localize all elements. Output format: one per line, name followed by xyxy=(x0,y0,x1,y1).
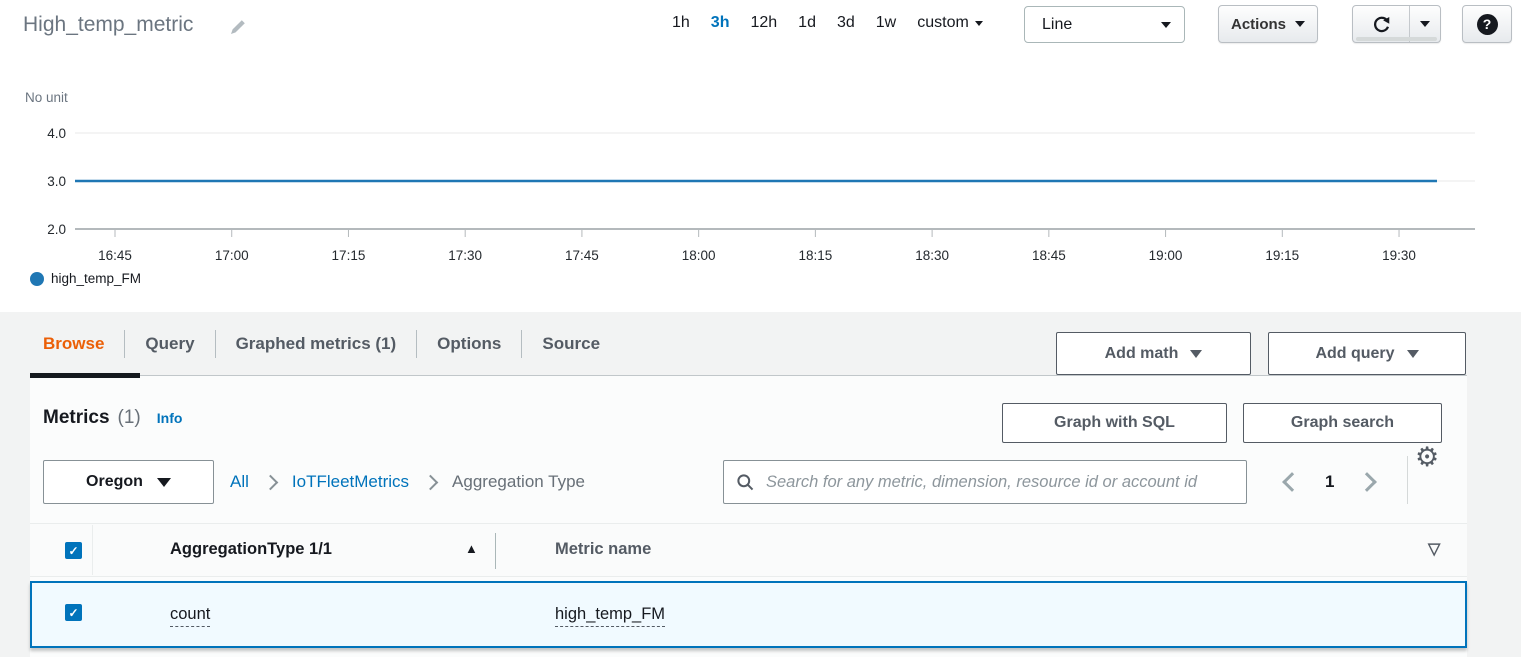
metric-chart[interactable]: 4.0 3.0 2.0 16:45 17:00 17:15 17:30 17:45 18:00 1… xyxy=(0,88,1521,288)
svg-text:19:00: 19:00 xyxy=(1149,248,1183,263)
add-math-button[interactable]: Add math xyxy=(1056,332,1251,375)
svg-text:18:45: 18:45 xyxy=(1032,248,1066,263)
add-query-label: Add query xyxy=(1315,345,1394,363)
svg-text:19:30: 19:30 xyxy=(1382,248,1416,263)
svg-text:19:15: 19:15 xyxy=(1265,248,1299,263)
svg-text:3.0: 3.0 xyxy=(47,174,66,189)
active-tab-indicator xyxy=(30,373,140,378)
time-range-custom-label: custom xyxy=(917,14,969,32)
svg-text:17:15: 17:15 xyxy=(332,248,366,263)
page-title: High_temp_metric xyxy=(23,13,193,37)
chevron-down-icon xyxy=(1407,350,1419,358)
svg-text:4.0: 4.0 xyxy=(47,126,66,141)
graph-with-sql-button[interactable]: Graph with SQL xyxy=(1002,403,1227,443)
time-range-selector: 1h 3h 12h 1d 3d 1w custom xyxy=(672,14,983,32)
metric-search-box xyxy=(723,460,1247,504)
chevron-down-icon xyxy=(1190,350,1202,358)
chevron-down-icon xyxy=(157,478,171,487)
add-query-button[interactable]: Add query xyxy=(1268,332,1466,375)
svg-text:16:45: 16:45 xyxy=(98,248,132,263)
metrics-section-title: Metrics (1) Info xyxy=(43,407,182,429)
svg-text:17:45: 17:45 xyxy=(565,248,599,263)
region-label: Oregon xyxy=(86,473,143,491)
chevron-right-icon xyxy=(423,474,439,490)
svg-text:17:30: 17:30 xyxy=(448,248,482,263)
refresh-icon xyxy=(1371,14,1392,35)
breadcrumb-iotfleetmetrics[interactable]: IoTFleetMetrics xyxy=(292,472,409,492)
divider xyxy=(1407,456,1408,504)
tab-query[interactable]: Query xyxy=(125,334,214,354)
tab-source[interactable]: Source xyxy=(522,334,620,354)
legend-label: high_temp_FM xyxy=(51,271,141,286)
graph-with-sql-label: Graph with SQL xyxy=(1054,414,1175,432)
column-divider xyxy=(495,533,496,569)
time-range-1w[interactable]: 1w xyxy=(876,14,896,32)
add-math-label: Add math xyxy=(1105,345,1179,363)
time-range-1d[interactable]: 1d xyxy=(798,14,816,32)
previous-page-icon[interactable] xyxy=(1282,472,1302,492)
metrics-title-text: Metrics xyxy=(43,407,110,429)
chevron-down-icon xyxy=(1295,21,1305,27)
graph-search-label: Graph search xyxy=(1291,414,1394,432)
help-button[interactable]: ? xyxy=(1462,5,1512,43)
tab-graphed-metrics[interactable]: Graphed metrics (1) xyxy=(216,334,417,354)
chevron-right-icon xyxy=(263,474,279,490)
chevron-down-icon xyxy=(1161,22,1171,28)
time-range-3d[interactable]: 3d xyxy=(837,14,855,32)
column-filter-icon[interactable]: ▽ xyxy=(1428,539,1440,559)
tab-browse[interactable]: Browse xyxy=(43,334,124,354)
breadcrumb-aggregation-type: Aggregation Type xyxy=(452,472,585,492)
table-row[interactable]: ✓ count high_temp_FM xyxy=(30,581,1467,648)
tab-bar: Browse Query Graphed metrics (1) Options… xyxy=(30,312,1467,376)
row-metric-name-link[interactable]: high_temp_FM xyxy=(555,605,665,627)
svg-text:17:00: 17:00 xyxy=(215,248,249,263)
sort-ascending-icon[interactable]: ▲ xyxy=(465,541,478,556)
settings-gear-icon[interactable]: ⚙ xyxy=(1415,444,1439,471)
refresh-split-button xyxy=(1352,5,1441,43)
svg-text:18:30: 18:30 xyxy=(915,248,949,263)
breadcrumb-all[interactable]: All xyxy=(230,472,249,492)
metrics-browser-panel: Browse Query Graphed metrics (1) Options… xyxy=(30,312,1467,657)
time-range-1h[interactable]: 1h xyxy=(672,14,690,32)
region-select[interactable]: Oregon xyxy=(43,460,214,504)
question-mark-icon: ? xyxy=(1477,14,1498,35)
edit-title-pencil-icon[interactable] xyxy=(228,17,248,37)
info-link[interactable]: Info xyxy=(157,410,183,426)
svg-text:18:00: 18:00 xyxy=(682,248,716,263)
chevron-down-icon xyxy=(975,21,983,26)
pagination: 1 xyxy=(1285,460,1374,504)
legend-color-dot xyxy=(30,272,44,286)
breadcrumb: All IoTFleetMetrics Aggregation Type xyxy=(230,460,585,504)
search-icon xyxy=(736,473,755,492)
time-range-3h-selected[interactable]: 3h xyxy=(711,14,730,32)
current-page-number: 1 xyxy=(1325,472,1334,492)
actions-label: Actions xyxy=(1231,16,1286,33)
chart-legend[interactable]: high_temp_FM xyxy=(30,271,141,286)
svg-text:18:15: 18:15 xyxy=(798,248,832,263)
column-header-aggregation-type[interactable]: AggregationType 1/1 xyxy=(170,540,332,559)
row-aggregation-type-link[interactable]: count xyxy=(170,605,210,627)
chevron-down-icon xyxy=(1420,21,1430,27)
metric-search-input[interactable] xyxy=(764,472,1236,493)
select-all-checkbox[interactable]: ✓ xyxy=(65,542,82,559)
next-page-icon[interactable] xyxy=(1358,472,1378,492)
actions-button[interactable]: Actions xyxy=(1218,5,1318,43)
tab-options[interactable]: Options xyxy=(417,334,521,354)
column-header-metric-name[interactable]: Metric name xyxy=(555,540,651,559)
graph-search-button[interactable]: Graph search xyxy=(1243,403,1442,443)
refresh-progress-track xyxy=(1356,37,1437,41)
svg-text:2.0: 2.0 xyxy=(47,222,66,237)
time-range-custom-dropdown[interactable]: custom xyxy=(917,14,983,32)
column-divider xyxy=(92,525,93,575)
chart-type-select[interactable]: Line xyxy=(1024,6,1185,43)
chart-type-value: Line xyxy=(1042,16,1072,34)
time-range-12h[interactable]: 12h xyxy=(750,14,777,32)
metrics-count: (1) xyxy=(118,407,141,429)
row-checkbox[interactable]: ✓ xyxy=(65,604,82,621)
table-header-row: ✓ AggregationType 1/1 ▲ Metric name ▽ xyxy=(30,523,1467,577)
